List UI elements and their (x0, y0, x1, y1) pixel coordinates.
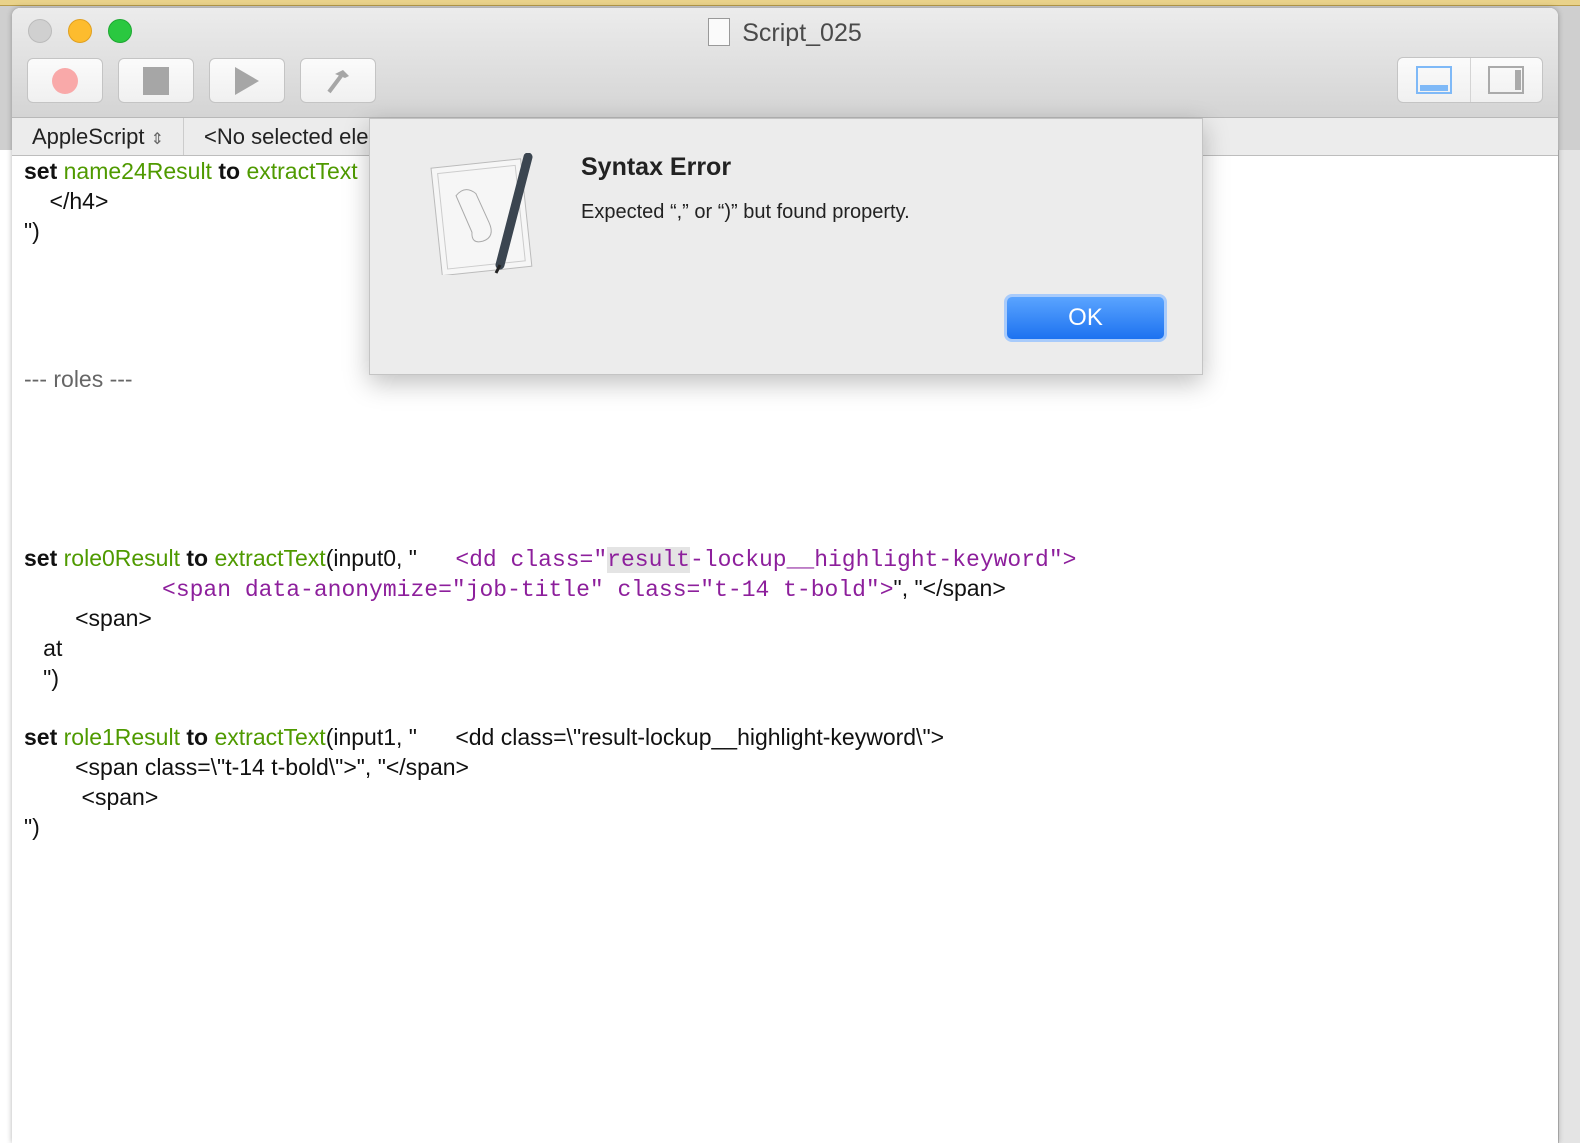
code-line: ") (24, 218, 40, 244)
script-editor-app-icon (430, 153, 533, 275)
dialog-title: Syntax Error (581, 153, 732, 181)
error-highlight: result (607, 547, 690, 573)
variable: name24Result (57, 158, 219, 184)
code-text: (input1, " <dd class=\"result-lockup__hi… (325, 724, 945, 750)
code-line: set name24Result to extractText (24, 156, 358, 186)
language-selector[interactable]: AppleScript ⇕ (12, 118, 184, 155)
keyword: set (24, 724, 58, 750)
handler: extractText (208, 724, 326, 750)
title-bar: Script_025 (12, 8, 1558, 118)
document-icon (708, 18, 731, 46)
variable: role1Result (57, 724, 187, 750)
language-label: AppleScript (32, 124, 145, 149)
code-line: set role1Result to extractText(input1, "… (24, 722, 944, 752)
keyword: to (218, 158, 241, 184)
code-line: <span class=\"t-14 t-bold\">", "</span> (24, 754, 469, 780)
code-line: ") (24, 814, 40, 840)
comment-line: --- roles --- (24, 366, 133, 392)
side-panel-icon (1488, 66, 1525, 94)
property-text: -lockup__highlight-keyword"> (689, 547, 1077, 573)
dialog-message: Expected “,” or “)” but found property. (581, 201, 910, 223)
syntax-error-dialog: Syntax Error Expected “,” or “)” but fou… (369, 118, 1203, 375)
code-line: at (24, 635, 63, 661)
code-line: <span data-anonymize="job-title" class="… (24, 573, 1006, 605)
stop-icon (143, 66, 169, 95)
property-text: <dd class=" (455, 547, 608, 573)
code-text: (input0, " (325, 545, 456, 571)
show-log-button[interactable] (1398, 58, 1471, 102)
keyword: set (24, 545, 58, 571)
code-text: ", "</span> (893, 575, 1006, 601)
play-icon (235, 66, 259, 95)
stop-button[interactable] (118, 58, 194, 103)
window-title-text: Script_025 (742, 19, 862, 47)
bottom-panel-icon (1415, 66, 1452, 94)
record-button[interactable] (27, 58, 103, 103)
handler: extractText (208, 545, 326, 571)
record-icon (52, 67, 78, 94)
handler: extractText (240, 158, 358, 184)
view-toggle (1397, 57, 1543, 103)
keyword: set (24, 158, 58, 184)
keyword: to (186, 724, 209, 750)
run-button[interactable] (209, 58, 285, 103)
variable: role0Result (57, 545, 187, 571)
background-window-right (1558, 150, 1580, 1143)
window-title: Script_025 (12, 18, 1558, 48)
background-window-left (0, 150, 12, 1143)
code-line: </h4> (24, 188, 109, 214)
ok-button[interactable]: OK (1004, 294, 1167, 342)
compile-button[interactable] (300, 58, 376, 103)
keyword: to (186, 545, 209, 571)
code-line: ") (24, 665, 59, 691)
code-line: <span> (24, 605, 152, 631)
code-line: <span> (24, 784, 159, 810)
hammer-icon (327, 69, 349, 93)
code-line: set role0Result to extractText(input0, "… (24, 543, 1076, 575)
updown-chevron-icon: ⇕ (150, 131, 165, 148)
show-sidebar-button[interactable] (1471, 58, 1543, 102)
property-text: <span data-anonymize="job-title" class="… (24, 577, 894, 603)
